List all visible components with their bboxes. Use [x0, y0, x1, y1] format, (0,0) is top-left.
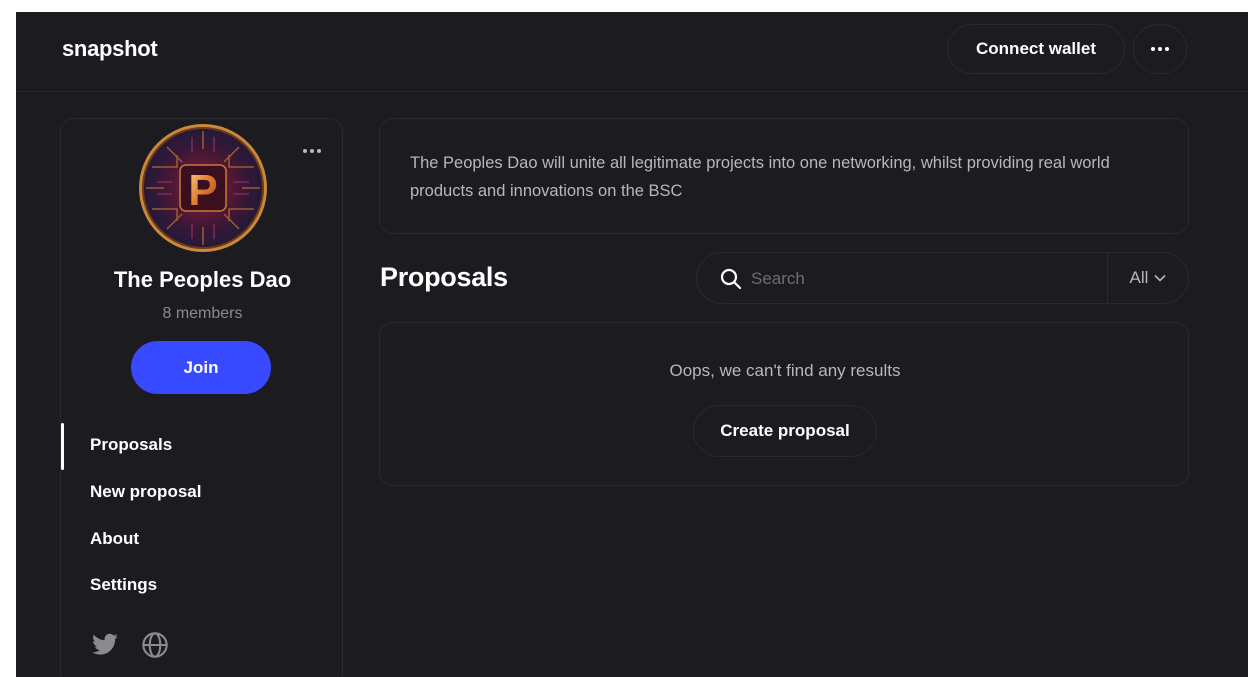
space-avatar: P [139, 124, 267, 252]
connect-wallet-button[interactable]: Connect wallet [947, 24, 1125, 74]
ellipsis-icon [303, 149, 321, 153]
snapshot-logo[interactable]: snapshot [62, 36, 158, 62]
members-count: 8 members [162, 305, 243, 322]
space-name: The Peoples Dao [113, 267, 292, 292]
proposals-results-card: Oops, we can't find any results Create p… [379, 322, 1189, 486]
filter-selected-label: All [1129, 268, 1149, 287]
space-sidebar: P The Peoples Dao 8 members Join Proposa… [60, 118, 343, 677]
twitter-icon[interactable] [91, 631, 119, 659]
ellipsis-icon [1151, 47, 1169, 51]
create-proposal-button[interactable]: Create proposal [693, 405, 877, 457]
chevron-down-icon [1154, 274, 1167, 282]
search-bar: All [696, 252, 1189, 304]
space-more-button[interactable] [297, 141, 327, 161]
join-button[interactable]: Join [131, 341, 271, 394]
empty-results-message: Oops, we can't find any results [669, 361, 901, 380]
top-header: snapshot Connect wallet [16, 12, 1248, 92]
state-filter-dropdown[interactable]: All [1108, 253, 1188, 303]
sidebar-item-new-proposal[interactable]: New proposal [90, 482, 201, 502]
space-about-text: The Peoples Dao will unite all legitimat… [410, 154, 1110, 200]
sidebar-item-settings[interactable]: Settings [90, 575, 157, 595]
header-more-button[interactable] [1133, 24, 1187, 74]
app-window: snapshot Connect wallet P The Peoples Da… [16, 12, 1248, 677]
svg-text:P: P [188, 166, 217, 215]
sidebar-item-proposals[interactable]: Proposals [90, 435, 172, 455]
search-input[interactable] [751, 265, 1091, 293]
globe-icon[interactable] [141, 631, 169, 659]
space-about-card: The Peoples Dao will unite all legitimat… [379, 118, 1189, 234]
search-icon [720, 268, 742, 290]
page-title: Proposals [380, 262, 508, 292]
active-nav-indicator [61, 423, 64, 470]
sidebar-item-about[interactable]: About [90, 529, 139, 549]
